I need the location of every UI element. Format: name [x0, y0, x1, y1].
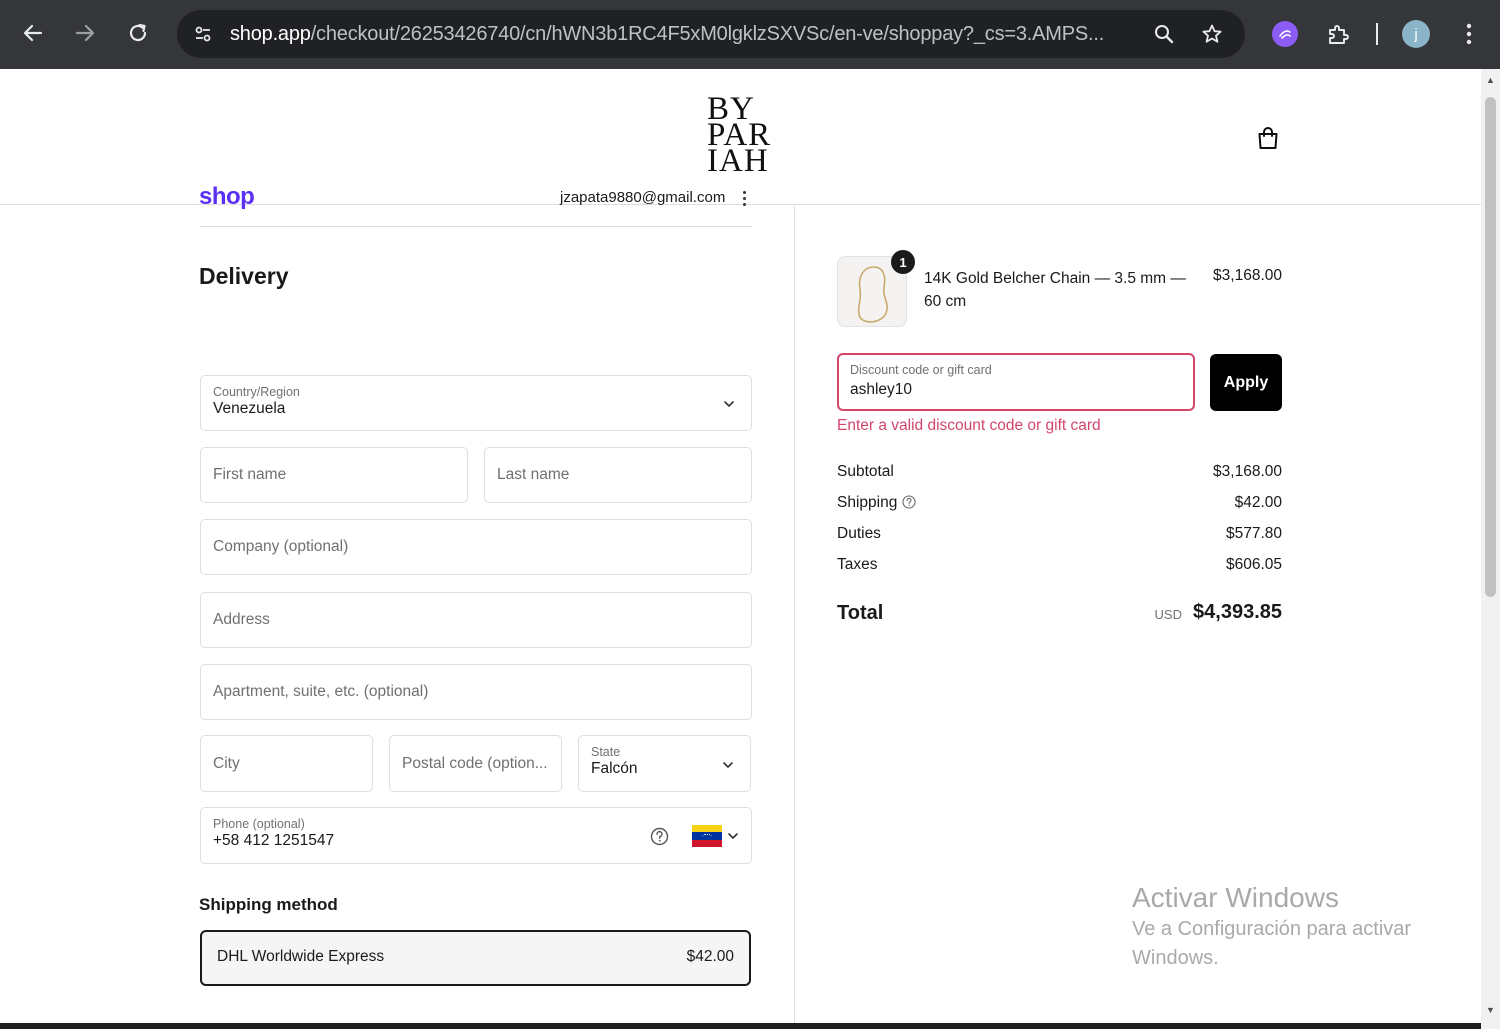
- shipping-label: Shipping: [837, 494, 898, 511]
- last-name-input[interactable]: Last name: [484, 447, 752, 503]
- help-circle-icon[interactable]: [650, 827, 669, 846]
- state-value: Falcón: [591, 760, 638, 777]
- scroll-up-arrow[interactable]: ▲: [1485, 75, 1496, 86]
- venezuela-flag-icon[interactable]: [692, 825, 722, 847]
- discount-value: ashley10: [850, 381, 913, 398]
- taxes-value: $606.05: [1225, 556, 1282, 573]
- back-arrow-icon[interactable]: [13, 13, 53, 53]
- discount-code-input[interactable]: Discount code or gift card ashley10: [837, 353, 1195, 411]
- taxes-row: Taxes $606.05: [837, 556, 1282, 578]
- last-name-placeholder: Last name: [497, 466, 570, 483]
- discount-error-message: Enter a valid discount code or gift card: [837, 417, 1101, 434]
- shipping-option-dhl[interactable]: DHL Worldwide Express $42.00: [200, 930, 751, 986]
- company-input[interactable]: Company (optional): [200, 519, 752, 575]
- reload-icon[interactable]: [118, 13, 158, 53]
- profile-initial: j: [1402, 20, 1430, 48]
- postal-code-input[interactable]: Postal code (option...: [389, 735, 562, 792]
- apartment-input[interactable]: Apartment, suite, etc. (optional): [200, 664, 752, 720]
- chevron-down-icon: [723, 762, 733, 769]
- address-bar[interactable]: shop.app/checkout/26253426740/cn/hWN3b1R…: [177, 10, 1245, 58]
- checkout-page: BY PAR IAH shop jzapata9880@gmail.com De…: [0, 69, 1481, 1029]
- url-host: shop.app: [230, 23, 311, 45]
- shipping-method-heading: Shipping method: [199, 895, 338, 914]
- first-name-placeholder: First name: [213, 466, 287, 483]
- shipping-option-price: $42.00: [686, 948, 734, 965]
- quantity-badge: 1: [891, 250, 915, 274]
- page-scrollbar[interactable]: ▲ ▼: [1481, 69, 1500, 1029]
- logo-line-3: IAH: [707, 143, 769, 179]
- state-select[interactable]: State Falcón: [578, 735, 751, 792]
- duties-label: Duties: [837, 525, 881, 542]
- phone-input[interactable]: Phone (optional) +58 412 1251547: [200, 807, 752, 864]
- total-currency: USD: [1154, 607, 1182, 622]
- watermark-title: Activar Windows: [1132, 882, 1339, 913]
- account-email: jzapata9880@gmail.com: [560, 189, 726, 206]
- watermark-subtitle: Ve a Configuración para activar Windows.: [1132, 918, 1412, 969]
- total-value: $4,393.85: [1193, 601, 1282, 623]
- extension-icon[interactable]: [1268, 17, 1302, 51]
- toolbar-divider: [1376, 23, 1378, 45]
- duties-row: Duties $577.80: [837, 525, 1282, 547]
- company-placeholder: Company (optional): [213, 538, 349, 555]
- shipping-option-name: DHL Worldwide Express: [217, 948, 385, 965]
- scrollbar-thumb[interactable]: [1485, 97, 1496, 597]
- account-divider: [200, 226, 752, 227]
- puzzle-icon[interactable]: [1321, 17, 1355, 51]
- country-select[interactable]: Country/Region Venezuela: [200, 375, 752, 431]
- store-logo[interactable]: BY PAR IAH: [707, 93, 777, 179]
- duties-value: $577.80: [1225, 525, 1282, 542]
- account-menu-icon[interactable]: [738, 188, 750, 208]
- country-label: Country/Region: [213, 385, 300, 399]
- windows-activation-watermark: Activar Windows Ve a Configuración para …: [1132, 881, 1452, 973]
- taxes-label: Taxes: [837, 556, 878, 573]
- phone-value: +58 412 1251547: [213, 832, 335, 849]
- postal-code-placeholder: Postal code (option...: [402, 755, 548, 772]
- url-text[interactable]: shop.app/checkout/26253426740/cn/hWN3b1R…: [230, 23, 1104, 46]
- city-placeholder: City: [213, 755, 240, 772]
- chevron-down-icon[interactable]: [727, 830, 739, 842]
- subtotal-label: Subtotal: [837, 463, 894, 480]
- city-input[interactable]: City: [200, 735, 373, 792]
- product-name: 14K Gold Belcher Chain — 3.5 mm — 60 cm: [924, 270, 1186, 310]
- bag-icon[interactable]: [1255, 125, 1281, 151]
- subtotal-row: Subtotal $3,168.00: [837, 463, 1282, 485]
- state-label: State: [591, 745, 621, 759]
- url-path: /checkout/26253426740/cn/hWN3b1RC4F5xM0l…: [310, 23, 1105, 45]
- first-name-input[interactable]: First name: [200, 447, 468, 503]
- bookmark-star-icon[interactable]: [1199, 21, 1225, 47]
- forward-arrow-icon[interactable]: [65, 13, 105, 53]
- shipping-row: Shipping $42.00: [837, 494, 1282, 516]
- help-circle-icon[interactable]: [902, 495, 916, 509]
- shipping-value: $42.00: [1234, 494, 1282, 511]
- total-label: Total: [837, 602, 884, 624]
- phone-label: Phone (optional): [213, 817, 305, 831]
- apply-discount-button[interactable]: Apply: [1210, 354, 1282, 411]
- apartment-placeholder: Apartment, suite, etc. (optional): [213, 683, 429, 700]
- scroll-down-arrow[interactable]: ▼: [1485, 1005, 1496, 1016]
- address-input[interactable]: Address: [200, 592, 752, 648]
- subtotal-value: $3,168.00: [1213, 463, 1282, 480]
- taskbar-edge: [0, 1023, 1481, 1029]
- product-price: $3,168.00: [1213, 267, 1282, 284]
- discount-label: Discount code or gift card: [850, 363, 992, 377]
- total-row: Total USD $4,393.85: [837, 600, 1282, 630]
- shop-pay-logo: shop: [199, 183, 255, 210]
- site-settings-icon[interactable]: [187, 18, 219, 50]
- delivery-heading: Delivery: [199, 263, 289, 289]
- browser-toolbar: shop.app/checkout/26253426740/cn/hWN3b1R…: [0, 0, 1500, 69]
- chevron-down-icon: [724, 401, 734, 408]
- country-value: Venezuela: [213, 400, 286, 417]
- browser-menu-icon[interactable]: [1452, 17, 1486, 51]
- zoom-icon[interactable]: [1151, 21, 1177, 47]
- profile-avatar[interactable]: j: [1399, 17, 1433, 51]
- address-placeholder: Address: [213, 611, 270, 628]
